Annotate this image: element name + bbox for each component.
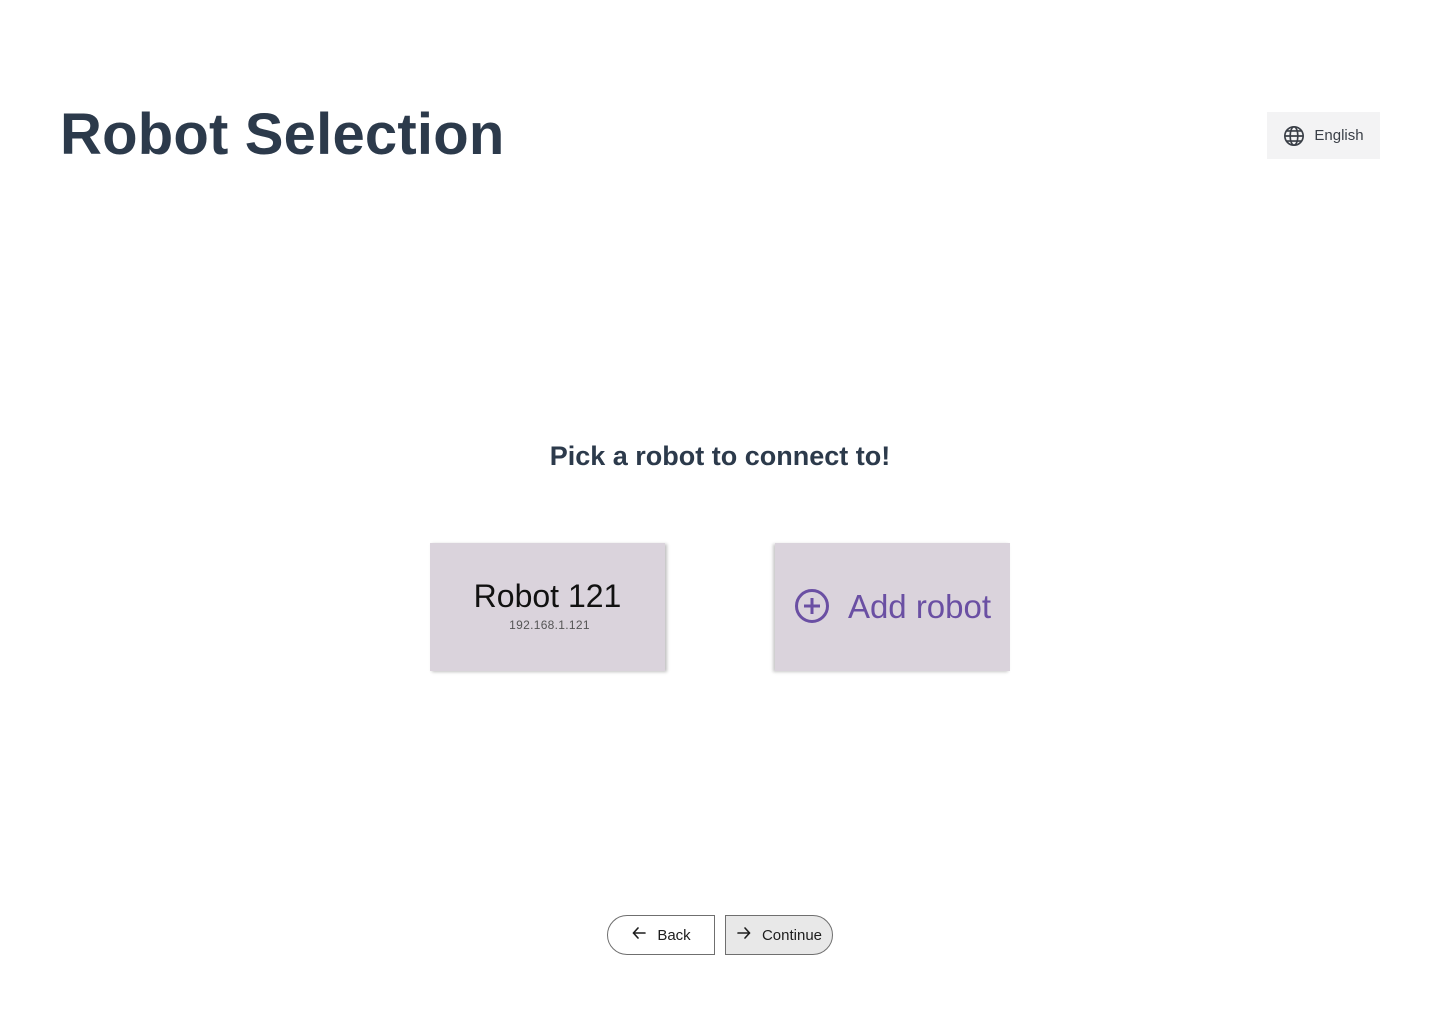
arrow-left-icon [631,925,647,945]
add-robot-label: Add robot [847,588,992,625]
page-title: Robot Selection [60,102,505,167]
continue-label: Continue [761,926,823,944]
plus-circle-icon [794,588,830,627]
language-button[interactable]: English [1267,112,1380,159]
arrow-right-icon [736,925,752,945]
globe-icon [1283,125,1305,147]
language-label: English [1314,127,1364,144]
back-button[interactable]: Back [607,915,715,955]
back-label: Back [657,926,691,944]
continue-button[interactable]: Continue [725,915,833,955]
add-robot-button[interactable]: Add robot [775,543,1010,671]
robot-name: Robot 121 [473,578,622,614]
robot-card[interactable]: Robot 121 192.168.1.121 [430,543,665,671]
robot-ip: 192.168.1.121 [509,618,590,632]
selection-prompt: Pick a robot to connect to! [549,441,891,471]
